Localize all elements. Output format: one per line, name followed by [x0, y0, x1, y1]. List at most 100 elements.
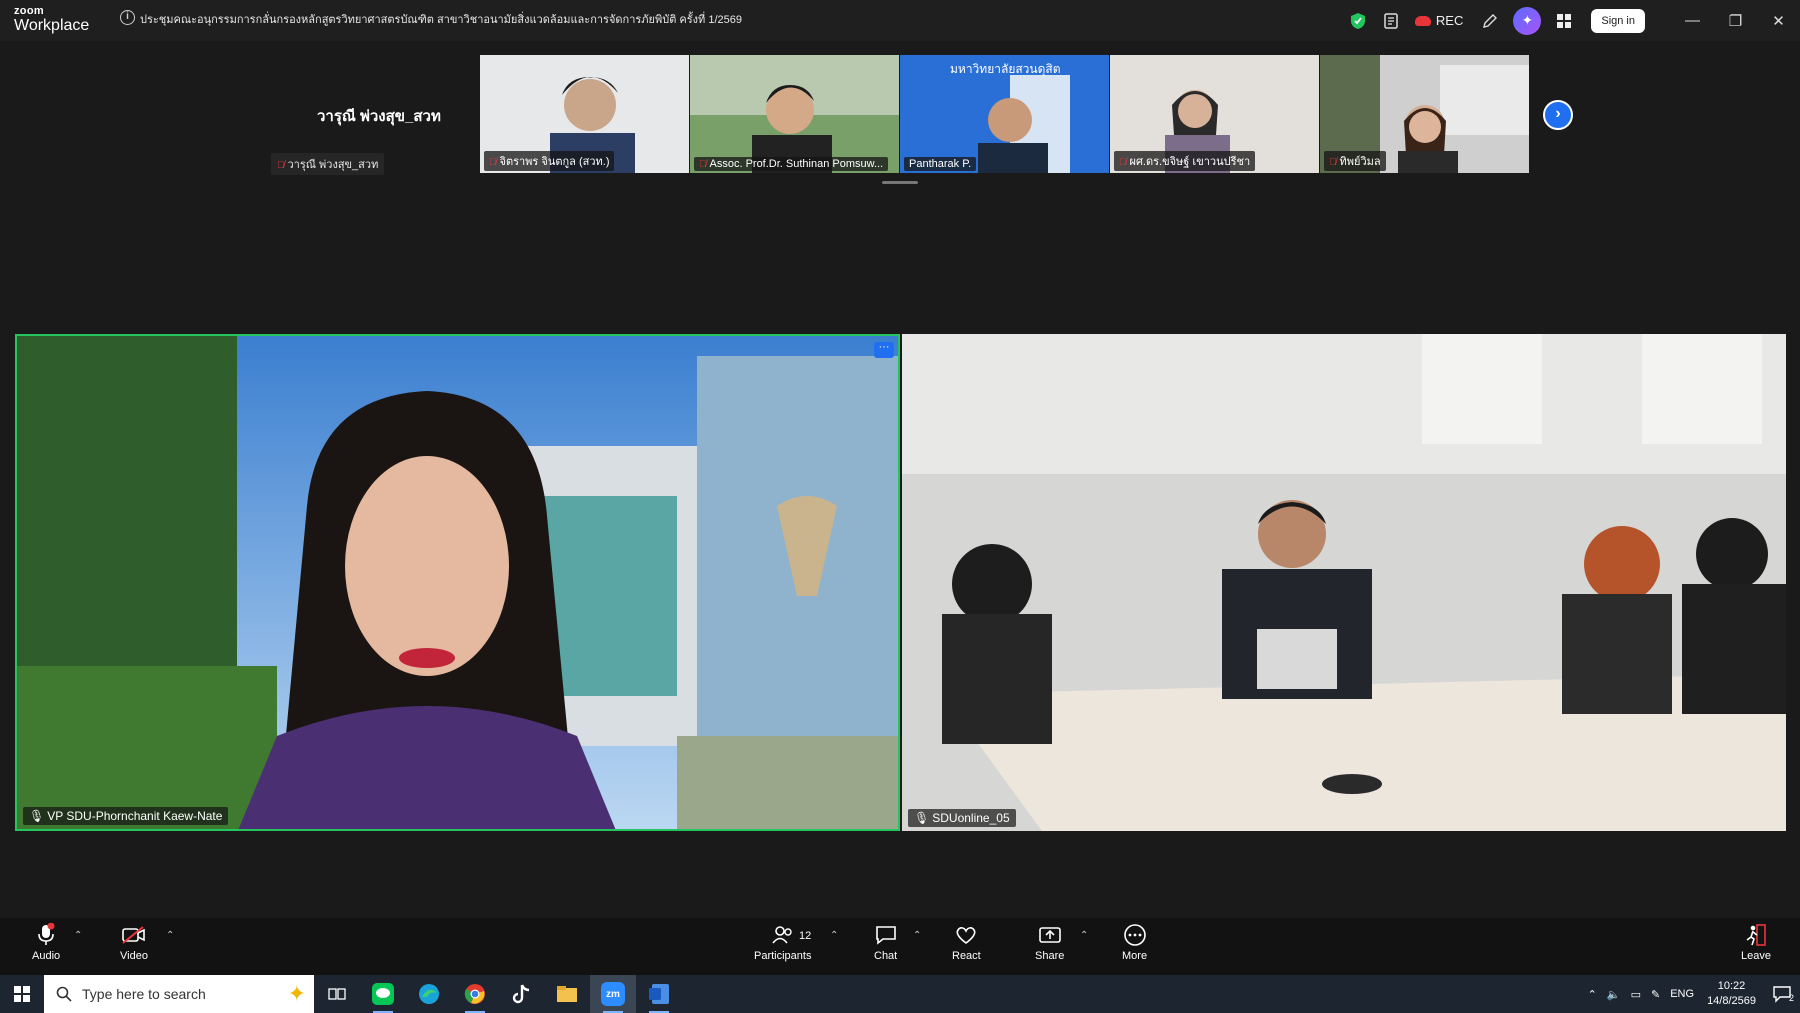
tray-expand-chevron-icon[interactable]: ⌃ [1588, 988, 1597, 1001]
participant-count: 12 [799, 930, 812, 942]
clock-time: 10:22 [1717, 980, 1746, 992]
logo-small-text: zoom [14, 5, 44, 17]
cloud-recording-indicator[interactable]: REC [1414, 13, 1464, 28]
mic-muted-icon: 🎙̸ [277, 160, 285, 171]
participant-video-image [690, 55, 899, 173]
participants-label: Participants [754, 950, 812, 962]
taskbar-clock[interactable]: 10:22 14/8/2569 [1707, 979, 1756, 1009]
participant-thumb[interactable]: 🎙̸ จิตราพร จินตกูล (สวท.) [480, 55, 689, 173]
meeting-toolbar: Audio ⌃ Video ⌃ Participants 12 ⌃ Chat ⌃… [0, 918, 1800, 975]
more-button[interactable]: More [1122, 922, 1147, 962]
system-tray: ⌃ 🔈 ▭ ✎ ENG 10:22 14/8/2569 2 [1583, 975, 1800, 1013]
next-page-chevron-icon[interactable]: › [1543, 100, 1573, 130]
more-dots-icon [1123, 922, 1147, 948]
close-icon[interactable]: ✕ [1757, 0, 1800, 41]
chat-options-chevron-icon[interactable]: ⌃ [913, 930, 921, 941]
language-indicator[interactable]: ENG [1670, 988, 1694, 1000]
cloud-record-icon [1414, 15, 1431, 26]
video-label: Video [120, 950, 148, 962]
audio-label: Audio [32, 950, 61, 962]
video-button[interactable]: Video [120, 922, 148, 962]
room-video-image [902, 334, 1786, 831]
chat-label: Chat [874, 950, 898, 962]
self-name-tag: 🎙̸ วารุณี พ่วงสุข_สวท [271, 153, 385, 175]
windows-taskbar: Type here to search ✦ zm ⌃ 🔈 ▭ ✎ ENG 10:… [0, 975, 1800, 1013]
banner-text: มหาวิทยาลัยสวนดุสิต [950, 62, 1061, 76]
minimize-icon[interactable]: — [1671, 0, 1714, 41]
video-off-icon [121, 922, 147, 948]
video-options-chevron-icon[interactable]: ⌃ [166, 930, 174, 941]
self-label-text: วารุณี พ่วงสุข_สวท [287, 159, 379, 171]
notification-count: 2 [1788, 993, 1794, 1003]
zoom-logo: zoom Workplace [14, 6, 89, 34]
microphone-icon [36, 922, 56, 948]
participants-options-chevron-icon[interactable]: ⌃ [830, 930, 838, 941]
more-label: More [1122, 950, 1148, 962]
participant-name-tag: 🎙̸ ผศ.ดร.ขจิษฐ์ เขาวนปรีชา [1114, 151, 1256, 171]
participant-thumb[interactable]: 🎙̸ Assoc. Prof.Dr. Suthinan Pomsuw... [690, 55, 899, 173]
notification-center-icon[interactable]: 2 [1764, 975, 1800, 1013]
tiktok-app-icon[interactable] [498, 975, 544, 1013]
react-button[interactable]: React [952, 922, 981, 962]
participants-icon [771, 922, 795, 948]
search-placeholder: Type here to search [82, 986, 206, 1002]
participants-button[interactable]: Participants [754, 922, 811, 962]
tile-options-button[interactable]: ··· [874, 342, 894, 358]
edge-browser-icon[interactable] [406, 975, 452, 1013]
logo-big-text: Workplace [14, 17, 90, 34]
search-icon [56, 986, 72, 1002]
share-options-chevron-icon[interactable]: ⌃ [1080, 930, 1088, 941]
participant-thumb[interactable]: 🎙̸ ผศ.ดร.ขจิษฐ์ เขาวนปรีชา [1110, 55, 1319, 173]
apps-grid-icon[interactable] [1547, 4, 1581, 38]
participant-name-tag: 🎙̸ จิตราพร จินตกูล (สวท.) [484, 151, 615, 171]
network-icon[interactable]: ▭ [1631, 988, 1641, 1001]
audio-button[interactable]: Audio [32, 922, 60, 962]
clock-date: 14/8/2569 [1707, 995, 1756, 1007]
participant-thumb[interactable]: 🎙̸ ทิพย์วิมล [1320, 55, 1529, 173]
windows-start-icon[interactable] [0, 975, 44, 1013]
meeting-info-icon[interactable]: i [120, 10, 135, 25]
search-highlight-sparkle-icon: ✦ [287, 981, 306, 1006]
rec-label: REC [1435, 13, 1464, 28]
participant-name-tag: 🎙̸ Assoc. Prof.Dr. Suthinan Pomsuw... [694, 157, 889, 171]
sign-in-button[interactable]: Sign in [1591, 8, 1645, 33]
share-label: Share [1035, 950, 1065, 962]
participant-thumb[interactable]: มหาวิทยาลัยสวนดุสิต Pantharak P. [900, 55, 1109, 173]
task-view-icon[interactable] [314, 975, 360, 1013]
chat-button[interactable]: Chat [874, 922, 897, 962]
notes-icon[interactable] [1375, 4, 1409, 38]
title-bar: zoom Workplace i ประชุมคณะอนุกรรมการกลั่… [0, 0, 1800, 41]
zoom-app-icon[interactable]: zm [590, 975, 636, 1013]
share-button[interactable]: Share [1035, 922, 1064, 962]
self-display-name: วารุณี พ่วงสุข_สวท [317, 108, 441, 125]
annotate-pen-icon[interactable] [1473, 4, 1507, 38]
ai-companion-icon[interactable]: ✦ [1513, 6, 1542, 35]
speaker-video-image [17, 336, 898, 829]
chrome-browser-icon[interactable] [452, 975, 498, 1013]
room-name-tag: 🎙 SDUonline_05 [908, 809, 1016, 827]
heart-icon [955, 922, 977, 948]
speaker-video-tile[interactable]: ··· 🎙 VP SDU-Phornchanit Kaew-Nate [15, 334, 900, 831]
room-video-tile[interactable]: 🎙 SDUonline_05 [902, 334, 1786, 831]
taskbar-search-box[interactable]: Type here to search ✦ [44, 975, 314, 1013]
word-app-icon[interactable] [636, 975, 682, 1013]
pen-input-icon[interactable]: ✎ [1651, 988, 1660, 1001]
volume-icon[interactable]: 🔈 [1607, 988, 1621, 1001]
leave-button[interactable]: Leave [1741, 922, 1771, 962]
audio-options-chevron-icon[interactable]: ⌃ [74, 930, 82, 941]
speaker-name-tag: 🎙 VP SDU-Phornchanit Kaew-Nate [23, 807, 229, 825]
security-shield-icon[interactable] [1341, 4, 1375, 38]
chat-icon [875, 922, 897, 948]
strip-resize-handle[interactable] [882, 181, 918, 184]
line-app-icon[interactable] [360, 975, 406, 1013]
participant-name-tag: 🎙̸ ทิพย์วิมล [1324, 151, 1386, 171]
participant-thumbnail-strip: 🎙̸ จิตราพร จินตกูล (สวท.) 🎙̸ Assoc. Prof.D… [480, 55, 1529, 173]
share-screen-icon [1038, 922, 1062, 948]
participant-name-tag: Pantharak P. [904, 157, 977, 171]
restore-icon[interactable]: ❐ [1714, 0, 1757, 41]
leave-door-icon [1745, 922, 1767, 948]
file-explorer-icon[interactable] [544, 975, 590, 1013]
titlebar-actions: REC ✦ Sign in — ❐ ✕ [1341, 0, 1800, 41]
meeting-title: ประชุมคณะอนุกรรมการกลั่นกรองหลักสูตรวิทย… [140, 14, 742, 26]
react-label: React [952, 950, 981, 962]
